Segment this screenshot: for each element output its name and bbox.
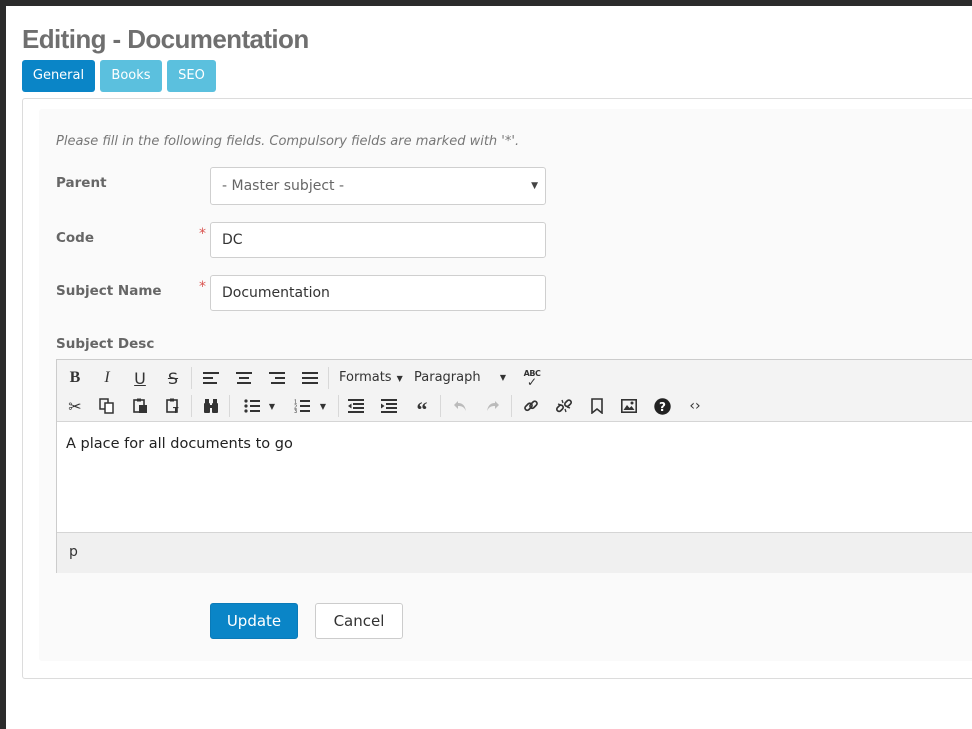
link-icon[interactable]	[516, 392, 546, 420]
undo-icon[interactable]	[445, 392, 475, 420]
form-hint: Please fill in the following fields. Com…	[56, 134, 520, 149]
unlink-icon[interactable]	[549, 392, 579, 420]
redo-icon[interactable]	[478, 392, 508, 420]
window-left-border	[0, 0, 6, 729]
spellcheck-icon[interactable]: ABC ✓	[517, 364, 547, 392]
tab-general[interactable]: General	[22, 60, 95, 92]
svg-text:T: T	[173, 406, 179, 414]
help-icon[interactable]: ?	[647, 392, 677, 420]
rich-text-editor: B I U S Formats ▼ Paragraph ▼ ABC ✓ ✂ T …	[56, 359, 972, 573]
align-justify-icon[interactable]	[295, 364, 325, 392]
source-code-icon[interactable]: ‹›	[680, 392, 710, 420]
paste-text-icon[interactable]: T	[158, 392, 188, 420]
paste-icon[interactable]	[125, 392, 155, 420]
editor-statusbar: p	[57, 532, 972, 573]
subject-desc-label: Subject Desc	[56, 336, 155, 352]
toolbar-separator	[440, 395, 441, 417]
formats-dropdown[interactable]: Formats ▼	[339, 364, 403, 392]
formats-dropdown-label: Formats	[339, 370, 392, 385]
toolbar-row-2: ✂ T ▼ 123 ▼ “ ? ‹›	[57, 392, 972, 421]
bullet-list-caret-icon[interactable]: ▼	[262, 392, 282, 420]
svg-text:3: 3	[294, 409, 297, 413]
cut-icon[interactable]: ✂	[60, 392, 90, 420]
editor-content-text: A place for all documents to go	[66, 436, 293, 452]
toolbar-separator	[191, 367, 192, 389]
toolbar-separator	[229, 395, 230, 417]
numbered-list-caret-icon[interactable]: ▼	[313, 392, 333, 420]
paragraph-dropdown-label: Paragraph	[414, 370, 481, 385]
tab-bar: General Books SEO	[22, 60, 216, 92]
align-center-icon[interactable]	[229, 364, 259, 392]
underline-icon[interactable]: U	[125, 364, 155, 392]
parent-select-value: - Master subject -	[222, 178, 345, 194]
update-button[interactable]: Update	[210, 603, 298, 639]
toolbar-separator	[328, 367, 329, 389]
code-label: Code	[56, 230, 95, 246]
required-marker-subject-name: *	[199, 279, 206, 295]
copy-icon[interactable]	[92, 392, 122, 420]
editor-content-area[interactable]: A place for all documents to go	[57, 422, 972, 532]
window-top-border	[0, 0, 972, 6]
parent-label: Parent	[56, 175, 107, 191]
bookmark-icon[interactable]	[582, 392, 612, 420]
indent-icon[interactable]	[374, 392, 404, 420]
tab-seo[interactable]: SEO	[167, 60, 216, 92]
caret-down-icon: ▼	[499, 373, 506, 382]
cancel-button[interactable]: Cancel	[315, 603, 403, 639]
parent-select[interactable]: - Master subject - ▼	[210, 167, 546, 205]
svg-text:?: ?	[659, 400, 666, 414]
code-input[interactable]: DC	[210, 222, 546, 258]
outdent-icon[interactable]	[341, 392, 371, 420]
find-replace-icon[interactable]	[196, 392, 226, 420]
code-input-value: DC	[222, 232, 243, 248]
tab-books[interactable]: Books	[100, 60, 162, 92]
toolbar-separator	[191, 395, 192, 417]
bold-icon[interactable]: B	[60, 364, 90, 392]
toolbar-separator	[511, 395, 512, 417]
editor-toolbar: B I U S Formats ▼ Paragraph ▼ ABC ✓ ✂ T …	[57, 360, 972, 422]
italic-icon[interactable]: I	[92, 364, 122, 392]
required-marker-code: *	[199, 226, 206, 242]
paragraph-dropdown[interactable]: Paragraph ▼	[414, 364, 508, 392]
element-path[interactable]: p	[69, 544, 78, 560]
blockquote-icon[interactable]: “	[407, 392, 437, 421]
page-title: Editing - Documentation	[22, 24, 309, 54]
subject-name-input-value: Documentation	[222, 285, 330, 301]
align-right-icon[interactable]	[262, 364, 292, 392]
chevron-down-icon: ▼	[531, 181, 538, 191]
toolbar-row-1: B I U S Formats ▼ Paragraph ▼ ABC ✓	[57, 364, 972, 392]
image-icon[interactable]	[614, 392, 644, 420]
caret-down-icon: ▼	[396, 374, 403, 383]
strikethrough-icon[interactable]: S	[158, 364, 188, 392]
subject-name-input[interactable]: Documentation	[210, 275, 546, 311]
subject-name-label: Subject Name	[56, 283, 162, 299]
toolbar-separator	[338, 395, 339, 417]
align-left-icon[interactable]	[196, 364, 226, 392]
